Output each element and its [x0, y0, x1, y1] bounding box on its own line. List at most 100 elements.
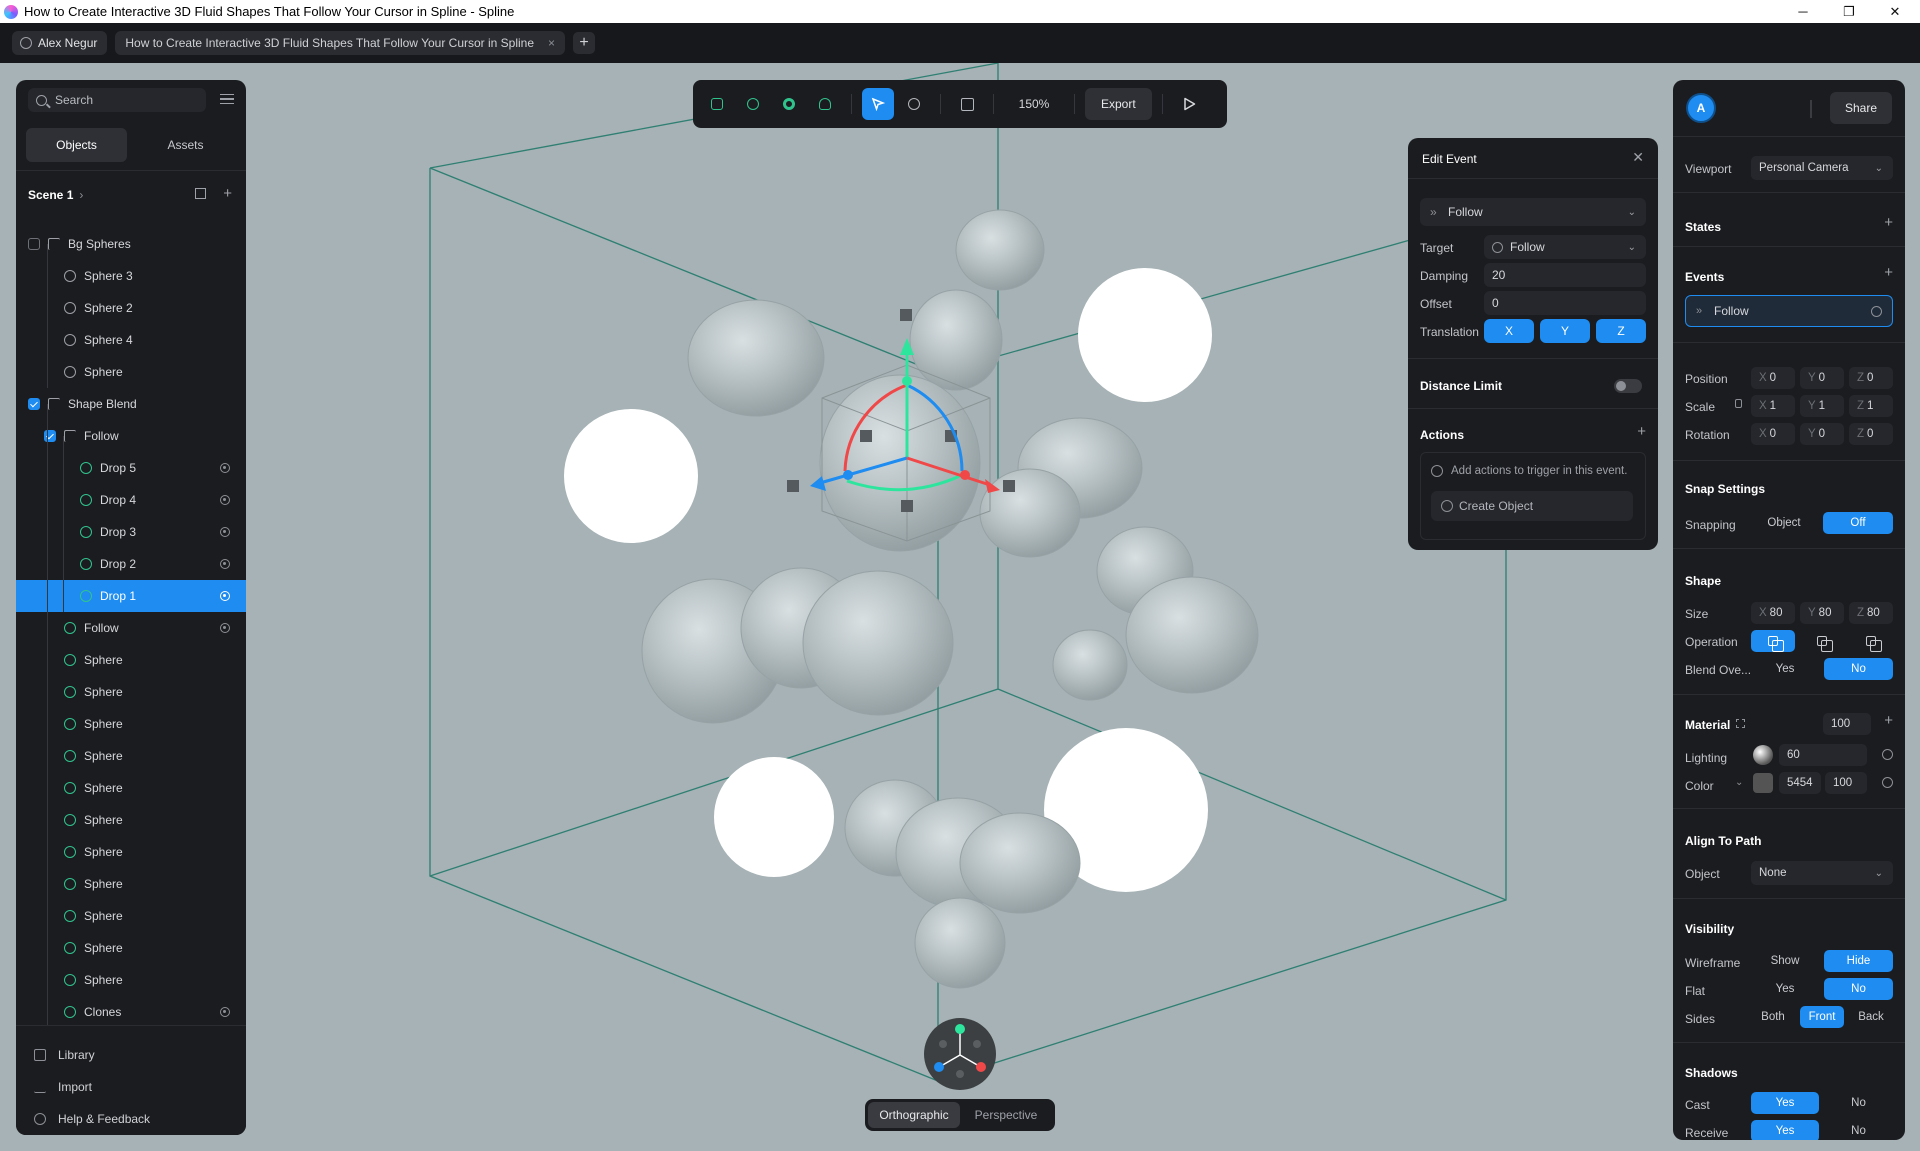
minimize-button[interactable]: ─ [1780, 0, 1826, 23]
material-expand-icon[interactable] [1736, 719, 1745, 728]
event-item-follow[interactable]: » Follow [1685, 295, 1893, 327]
tree-item[interactable]: Sphere [16, 644, 246, 676]
color-hex-input[interactable]: 5454 [1779, 772, 1821, 794]
grid-view-icon[interactable] [195, 188, 206, 199]
target-icon[interactable] [220, 1007, 230, 1017]
avatar[interactable]: A [1686, 93, 1716, 123]
snapping-off-option[interactable]: Off [1823, 512, 1893, 534]
add-material-layer-icon[interactable]: + [1884, 712, 1893, 729]
comment-tool[interactable] [898, 88, 930, 120]
share-button[interactable]: Share [1830, 92, 1892, 124]
sides-front-option[interactable]: Front [1800, 1006, 1844, 1028]
user-chip[interactable]: Alex Negur [12, 31, 108, 55]
rotation-x-input[interactable]: X0 [1751, 423, 1795, 445]
layer-visibility-icon[interactable] [1882, 749, 1893, 760]
flat-no-option[interactable]: No [1824, 978, 1893, 1000]
target-icon[interactable] [220, 591, 230, 601]
rotation-z-input[interactable]: Z0 [1849, 423, 1893, 445]
tree-item[interactable]: Sphere [16, 676, 246, 708]
cylinder-tool[interactable] [809, 88, 841, 120]
scene-header[interactable]: Scene 1 › + [28, 185, 234, 202]
color-opacity-input[interactable]: 100 [1825, 772, 1867, 794]
perspective-option[interactable]: Perspective [960, 1102, 1052, 1128]
tree-item[interactable]: Sphere 2 [16, 292, 246, 324]
tree-item[interactable]: Sphere [16, 900, 246, 932]
cast-yes-option[interactable]: Yes [1751, 1092, 1819, 1114]
operation-union-option[interactable] [1751, 630, 1795, 652]
snapping-object-option[interactable]: Object [1751, 512, 1817, 534]
close-window-button[interactable]: ✕ [1872, 0, 1918, 23]
search-input[interactable]: Search [28, 88, 206, 112]
path-object-select[interactable]: None ⌄ [1751, 861, 1893, 885]
flat-yes-option[interactable]: Yes [1751, 978, 1819, 1000]
close-tab-icon[interactable]: × [548, 36, 555, 50]
viewport-select[interactable]: Personal Camera ⌄ [1751, 156, 1893, 180]
maximize-button[interactable]: ❐ [1826, 0, 1872, 23]
distance-limit-toggle[interactable] [1614, 379, 1642, 393]
operation-intersect-option[interactable] [1849, 630, 1893, 652]
damping-input[interactable]: 20 [1484, 263, 1646, 287]
size-z-input[interactable]: Z 80 [1849, 602, 1893, 624]
size-y-input[interactable]: Y 80 [1800, 602, 1844, 624]
sides-back-option[interactable]: Back [1849, 1006, 1893, 1028]
create-object-button[interactable]: Create Object [1431, 491, 1633, 521]
file-tab[interactable]: How to Create Interactive 3D Fluid Shape… [115, 31, 566, 55]
tree-item[interactable]: Sphere [16, 932, 246, 964]
scale-z-input[interactable]: Z1 [1849, 395, 1893, 417]
lighting-swatch[interactable] [1753, 745, 1773, 765]
add-event-icon[interactable]: + [1884, 264, 1893, 281]
target-icon[interactable] [220, 463, 230, 473]
receive-no-option[interactable]: No [1824, 1120, 1893, 1140]
add-object-icon[interactable]: + [223, 185, 232, 202]
receive-yes-option[interactable]: Yes [1751, 1120, 1819, 1140]
tree-item[interactable]: Clones [16, 996, 246, 1028]
material-opacity-input[interactable]: 100 [1823, 713, 1871, 735]
tree-item[interactable]: Follow [16, 612, 246, 644]
tab-assets[interactable]: Assets [135, 128, 236, 162]
new-tab-button[interactable]: + [573, 32, 596, 54]
tree-item[interactable]: Sphere [16, 868, 246, 900]
tree-item[interactable]: Drop 4 [16, 484, 246, 516]
blend-no-option[interactable]: No [1824, 658, 1893, 680]
frame-tool[interactable] [951, 88, 983, 120]
tree-item[interactable]: Sphere [16, 708, 246, 740]
tree-item[interactable]: Drop 1 [16, 580, 246, 612]
orthographic-option[interactable]: Orthographic [868, 1102, 960, 1128]
tab-objects[interactable]: Objects [26, 128, 127, 162]
position-y-input[interactable]: Y0 [1800, 367, 1844, 389]
tree-item[interactable]: Sphere [16, 836, 246, 868]
cube-tool[interactable] [701, 88, 733, 120]
offset-input[interactable]: 0 [1484, 291, 1646, 315]
torus-tool[interactable] [773, 88, 805, 120]
tree-item[interactable]: Sphere [16, 804, 246, 836]
event-options-icon[interactable] [1871, 305, 1882, 317]
position-z-input[interactable]: Z0 [1849, 367, 1893, 389]
translation-z-toggle[interactable]: Z [1596, 319, 1646, 343]
add-state-icon[interactable]: + [1884, 214, 1893, 231]
import-link[interactable]: Import [34, 1080, 92, 1094]
tree-item[interactable]: Follow [16, 420, 246, 452]
cast-no-option[interactable]: No [1824, 1092, 1893, 1114]
position-x-input[interactable]: X0 [1751, 367, 1795, 389]
tree-item[interactable]: Sphere [16, 740, 246, 772]
tree-item[interactable]: Sphere [16, 964, 246, 996]
expand-checkbox[interactable] [28, 238, 40, 250]
scale-y-input[interactable]: Y1 [1800, 395, 1844, 417]
wireframe-show-option[interactable]: Show [1751, 950, 1819, 972]
menu-icon[interactable] [220, 94, 234, 104]
tree-item[interactable]: Sphere 4 [16, 324, 246, 356]
target-select[interactable]: Follow ⌄ [1484, 235, 1646, 259]
translation-x-toggle[interactable]: X [1484, 319, 1534, 343]
lock-icon[interactable] [1735, 399, 1742, 408]
target-icon[interactable] [220, 623, 230, 633]
target-icon[interactable] [220, 559, 230, 569]
tree-item[interactable]: Drop 3 [16, 516, 246, 548]
close-icon[interactable]: ✕ [1632, 149, 1644, 166]
target-icon[interactable] [220, 527, 230, 537]
sphere-tool[interactable] [737, 88, 769, 120]
layer-visibility-icon[interactable] [1882, 777, 1893, 788]
tree-item[interactable]: Sphere [16, 356, 246, 388]
lighting-input[interactable]: 60 [1779, 744, 1867, 766]
tree-item[interactable]: Sphere 3 [16, 260, 246, 292]
zoom-level[interactable]: 150% [1004, 97, 1064, 111]
